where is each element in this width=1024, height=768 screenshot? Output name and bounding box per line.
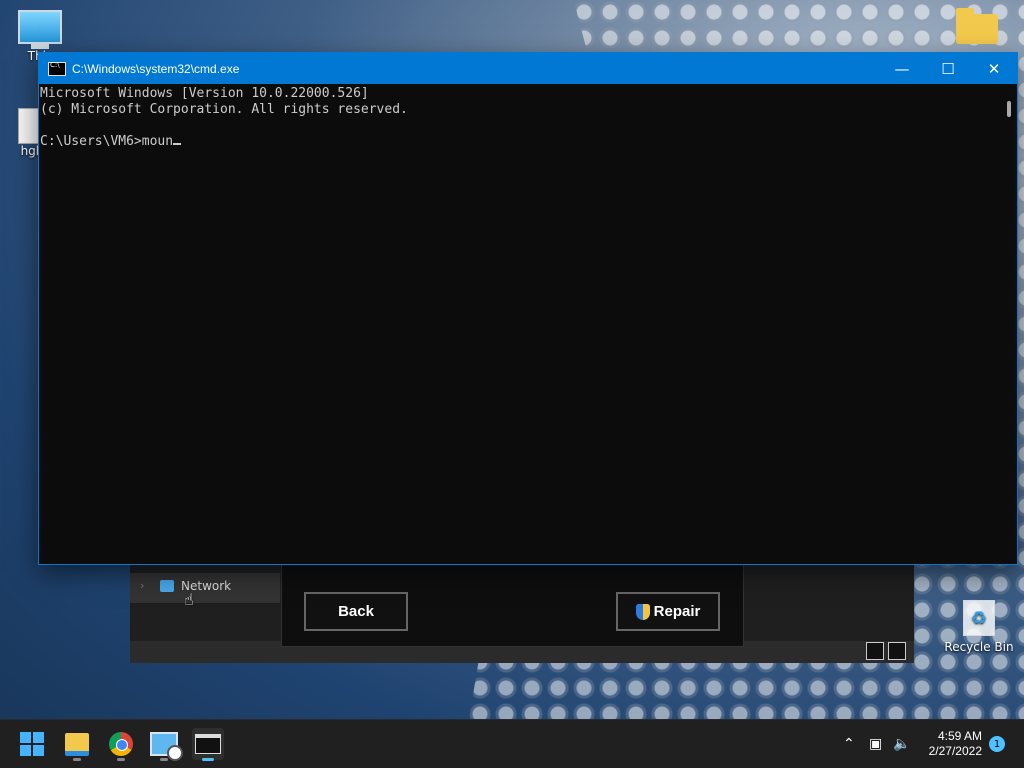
back-button[interactable]: Back [304, 592, 408, 631]
console-line-copyright: (c) Microsoft Corporation. All rights re… [40, 102, 408, 117]
taskbar-file-explorer[interactable] [61, 728, 93, 761]
desktop-icon-folder[interactable] [945, 8, 1009, 44]
folder-icon [956, 8, 998, 44]
repair-button[interactable]: Repair [616, 592, 720, 631]
recycle-bin-label: Recycle Bin [944, 640, 1014, 654]
network-status-icon[interactable]: ▣ [869, 720, 882, 768]
scrollbar-thumb[interactable] [1007, 101, 1011, 117]
volume-icon[interactable]: 🔈 [893, 720, 910, 768]
this-pc-icon [18, 10, 62, 44]
taskbar-command-prompt[interactable] [192, 728, 224, 761]
console-output[interactable]: Microsoft Windows [Version 10.0.22000.52… [39, 84, 1017, 152]
large-icons-view-icon[interactable] [888, 642, 906, 660]
close-button[interactable]: ✕ [971, 53, 1017, 84]
minimize-button[interactable]: — [879, 53, 925, 84]
taskbar-chrome[interactable] [105, 728, 137, 761]
hand-cursor-icon: ☝ [184, 590, 194, 609]
notification-badge[interactable]: 1 [989, 736, 1005, 752]
maximize-button[interactable]: ☐ [925, 53, 971, 84]
console-prompt-line[interactable]: C:\Users\VM6>moun [40, 134, 1016, 150]
remote-desktop-icon [150, 732, 183, 761]
chrome-icon [109, 732, 133, 756]
uac-shield-icon [635, 603, 650, 620]
back-button-label: Back [338, 603, 374, 620]
clock-time: 4:59 AM [937, 729, 982, 743]
taskbar: ⌃ ▣ 🔈 4:59 AM 2/27/2022 1 [0, 719, 1024, 768]
cmd-app-icon [48, 61, 66, 76]
start-button[interactable] [16, 728, 48, 760]
clock-date: 2/27/2022 [928, 744, 982, 758]
console-prompt-text: C:\Users\VM6>moun [40, 134, 174, 149]
details-view-icon[interactable] [866, 642, 884, 660]
terminal-icon [195, 734, 221, 754]
command-prompt-window[interactable]: C:\Windows\system32\cmd.exe — ☐ ✕ Micros… [38, 52, 1018, 565]
window-title: C:\Windows\system32\cmd.exe [72, 61, 240, 76]
system-clock[interactable]: 4:59 AM 2/27/2022 [929, 729, 982, 759]
show-hidden-icons-button[interactable]: ⌃ [843, 720, 855, 768]
windows-icon [20, 732, 44, 756]
text-cursor [173, 143, 182, 145]
network-icon [160, 580, 174, 592]
taskbar-remote-desktop[interactable] [148, 728, 183, 761]
folder-icon [65, 732, 89, 756]
console-line-version: Microsoft Windows [Version 10.0.22000.52… [40, 86, 369, 101]
repair-button-label: Repair [653, 603, 701, 620]
chevron-up-icon: ⌃ [843, 736, 855, 752]
desktop-icon-recycle-bin[interactable]: ♻ Recycle Bin [944, 600, 1014, 654]
chevron-right-icon[interactable]: › [140, 579, 144, 592]
title-bar[interactable]: C:\Windows\system32\cmd.exe — ☐ ✕ [39, 53, 1017, 84]
recycle-bin-icon: ♻ [963, 600, 995, 636]
repair-dialog: Back Repair [281, 563, 744, 647]
